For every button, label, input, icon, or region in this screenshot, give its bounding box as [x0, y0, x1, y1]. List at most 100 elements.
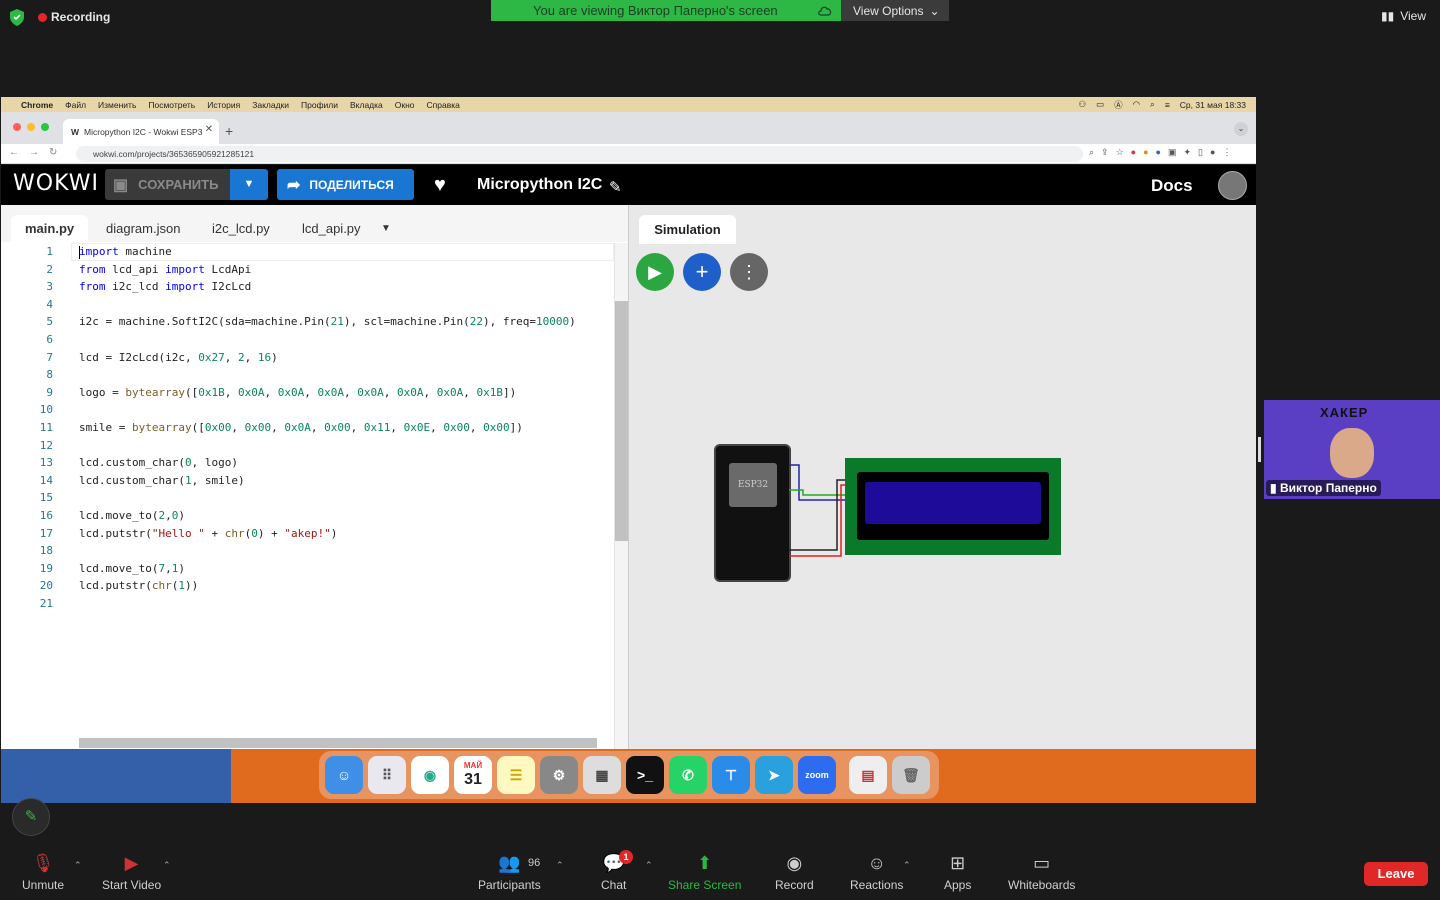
battery-icon[interactable]: ▭ [1096, 99, 1104, 110]
participants-caret-icon[interactable]: ⌃ [556, 860, 564, 871]
code-line[interactable]: 5 i2c = machine.SoftI2C(sda=machine.Pin(2… [1, 313, 614, 331]
code-line[interactable]: 15 [1, 489, 614, 507]
pencil-icon[interactable]: ✎ [609, 178, 622, 196]
preview-icon[interactable]: ▦ [583, 756, 621, 794]
project-title[interactable]: Micropython I2C [477, 176, 602, 194]
menu-history[interactable]: История [207, 100, 240, 110]
reactions-caret-icon[interactable]: ⌃ [903, 860, 911, 871]
cloud-icon[interactable] [817, 3, 833, 17]
close-window-icon[interactable] [13, 123, 21, 131]
code-line[interactable]: 7 lcd = I2cLcd(i2c, 0x27, 2, 16) [1, 349, 614, 367]
audio-options-caret-icon[interactable]: ⌃ [74, 860, 82, 871]
add-part-button[interactable]: + [683, 253, 721, 291]
tab-i2c-lcd-py[interactable]: i2c_lcd.py [198, 215, 284, 242]
reload-icon[interactable]: ↻ [49, 147, 57, 158]
play-simulation-button[interactable]: ▶ [636, 253, 674, 291]
lcd1602-display[interactable] [845, 458, 1061, 555]
close-tab-icon[interactable]: ✕ [205, 124, 213, 135]
clock[interactable]: Ср, 31 мая 18:33 [1180, 100, 1246, 110]
reactions-button[interactable]: ☺ Reactions [850, 852, 903, 892]
record-button[interactable]: ◉ Record [775, 852, 814, 892]
code-line[interactable]: 9 logo = bytearray([0x1B, 0x0A, 0x0A, 0x0… [1, 384, 614, 402]
minimize-window-icon[interactable] [27, 123, 35, 131]
code-line[interactable]: 2 from lcd_api import LcdApi [1, 261, 614, 279]
participant-video[interactable]: ХАКЕР ▮ Виктор Паперно [1264, 400, 1440, 499]
menu-help[interactable]: Справка [427, 100, 460, 110]
code-line[interactable]: 8 [1, 366, 614, 384]
telegram-icon[interactable]: ➤ [755, 756, 793, 794]
annotate-pencil-icon[interactable]: ✎ [12, 798, 50, 836]
resize-handle[interactable] [1258, 437, 1261, 462]
spotlight-icon[interactable]: ⌕ [1150, 99, 1155, 110]
code-line[interactable]: 6 [1, 331, 614, 349]
forward-icon[interactable]: → [29, 147, 39, 158]
zoom-app-icon[interactable]: zoom [798, 756, 836, 794]
kebab-menu-icon[interactable]: ⋮ [1222, 147, 1231, 158]
start-video-button[interactable]: ▶ Start Video [102, 852, 161, 892]
profile-icon[interactable]: ● [1210, 147, 1215, 158]
new-tab-button[interactable]: + [225, 123, 233, 139]
notes-icon[interactable]: ☰ [497, 756, 535, 794]
code-line[interactable]: 21 [1, 595, 614, 613]
unmute-button[interactable]: 🎙 Unmute [22, 852, 64, 892]
view-button[interactable]: ▮▮ View [1381, 9, 1426, 23]
menu-profiles[interactable]: Профили [301, 100, 338, 110]
code-line[interactable]: 1 import machine [1, 243, 614, 261]
apps-button[interactable]: ⊞ Apps [944, 852, 971, 892]
code-line[interactable]: 17 lcd.putstr("Hello " + chr(0) + "akep!"… [1, 525, 614, 543]
share-screen-button[interactable]: ⬆ Share Screen [668, 852, 741, 892]
system-settings-icon[interactable]: ⚙ [540, 756, 578, 794]
zoom-icon[interactable]: ⌕ [1089, 147, 1094, 158]
input-source-icon[interactable]: Ⓐ [1114, 99, 1123, 111]
whatsapp-icon[interactable]: ✆ [669, 756, 707, 794]
menu-window[interactable]: Окно [395, 100, 415, 110]
leave-button[interactable]: Leave [1364, 862, 1428, 886]
more-options-button[interactable]: ⋮ [730, 253, 768, 291]
editor-vertical-scrollbar[interactable] [614, 243, 628, 749]
menu-edit[interactable]: Изменить [98, 100, 136, 110]
menu-app-name[interactable]: Chrome [21, 100, 53, 110]
code-line[interactable]: 12 [1, 437, 614, 455]
code-line[interactable]: 14 lcd.custom_char(1, smile) [1, 472, 614, 490]
tab-diagram-json[interactable]: diagram.json [92, 215, 194, 242]
code-line[interactable]: 19 lcd.move_to(7,1) [1, 560, 614, 578]
menu-view[interactable]: Посмотреть [148, 100, 195, 110]
chrome-icon[interactable]: ◉ [411, 756, 449, 794]
code-line[interactable]: 10 [1, 401, 614, 419]
launchpad-icon[interactable]: ⠿ [368, 756, 406, 794]
code-line[interactable]: 20 lcd.putstr(chr(1)) [1, 577, 614, 595]
tab-lcd-api-py[interactable]: lcd_api.py [288, 215, 375, 242]
scroll-thumb[interactable] [615, 301, 628, 541]
bookmark-star-icon[interactable]: ☆ [1116, 147, 1124, 158]
more-tabs-dropdown-icon[interactable]: ▼ [367, 215, 405, 242]
tab-search-icon[interactable]: ⌄ [1234, 122, 1248, 136]
trash-icon[interactable]: 🗑 [892, 756, 930, 794]
extension-red-icon[interactable]: ● [1131, 147, 1136, 158]
menu-file[interactable]: Файл [65, 100, 86, 110]
chat-caret-icon[interactable]: ⌃ [645, 860, 653, 871]
tab-main-py[interactable]: main.py [11, 215, 89, 242]
address-bar[interactable]: wokwi.com/projects/365365905921285121 [76, 146, 1083, 162]
code-line[interactable]: 16 lcd.move_to(2,0) [1, 507, 614, 525]
keynote-icon[interactable]: ⊤ [712, 756, 750, 794]
heart-icon[interactable]: ♥ [434, 174, 446, 197]
code-area[interactable]: 1 import machine 2 from lcd_api import LcdA… [1, 243, 614, 612]
wokwi-logo[interactable]: WOKWI [13, 171, 99, 196]
code-line[interactable]: 3 from i2c_lcd import I2cLcd [1, 278, 614, 296]
whiteboards-button[interactable]: ▭ Whiteboards [1008, 852, 1075, 892]
editor-horizontal-scrollbar[interactable] [79, 738, 597, 748]
user-avatar[interactable] [1218, 171, 1247, 200]
share-page-icon[interactable]: ⇪ [1101, 147, 1109, 158]
menu-bookmarks[interactable]: Закладки [252, 100, 289, 110]
extension-orange-icon[interactable]: ● [1143, 147, 1148, 158]
menu-tab[interactable]: Вкладка [350, 100, 383, 110]
security-shield-icon[interactable] [9, 9, 25, 26]
view-options-button[interactable]: View Options ⌄ [841, 0, 949, 21]
browser-tab[interactable]: W Micropython I2C - Wokwi ESP3 ✕ [63, 119, 219, 144]
video-options-caret-icon[interactable]: ⌃ [163, 860, 171, 871]
code-line[interactable]: 11 smile = bytearray([0x00, 0x00, 0x0A, 0… [1, 419, 614, 437]
back-icon[interactable]: ← [9, 147, 19, 158]
terminal-icon[interactable]: >_ [626, 756, 664, 794]
code-line[interactable]: 4 [1, 296, 614, 314]
cast-icon[interactable]: ⚇ [1078, 99, 1086, 110]
